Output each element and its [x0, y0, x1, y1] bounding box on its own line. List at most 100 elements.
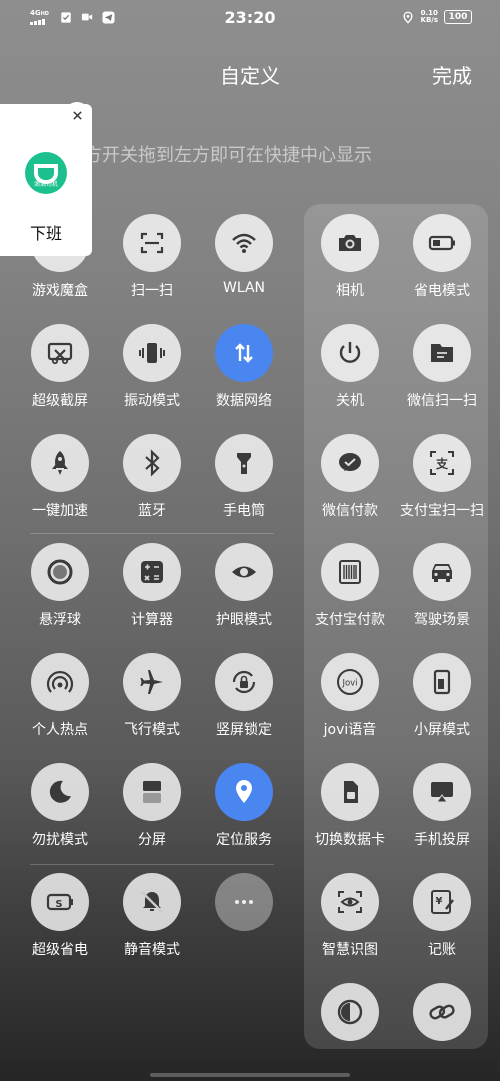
tile-label: 超级截屏 — [32, 393, 88, 409]
tile-button[interactable] — [31, 653, 89, 711]
tile-button[interactable] — [321, 543, 379, 601]
tile-button[interactable] — [413, 653, 471, 711]
tile-wifi[interactable]: WLAN — [198, 214, 290, 314]
tile-label: 记账 — [428, 942, 456, 958]
tile-calculator[interactable]: 计算器 — [106, 543, 198, 643]
tile-hotspot[interactable]: 个人热点 — [14, 653, 106, 753]
tile-button[interactable] — [123, 214, 181, 272]
tile-contrast[interactable] — [304, 983, 396, 1081]
tile-bookkeeping[interactable]: ¥ 记账 — [396, 873, 488, 973]
tile-button[interactable] — [123, 434, 181, 492]
tile-button[interactable] — [413, 983, 471, 1041]
tile-label: 手机投屏 — [414, 832, 470, 848]
moon-icon — [49, 780, 71, 803]
tile-label: 相机 — [336, 283, 364, 299]
tile-airplane[interactable]: 飞行模式 — [106, 653, 198, 753]
tile-eye[interactable]: 护眼模式 — [198, 543, 290, 643]
tile-button[interactable] — [123, 543, 181, 601]
barcode-icon — [339, 560, 361, 584]
tile-button[interactable] — [123, 873, 181, 931]
net-speed-unit: KB/s — [420, 16, 438, 24]
tile-button[interactable]: 支 — [413, 434, 471, 492]
tile-wechat-pay[interactable]: 微信付款 — [304, 434, 396, 534]
tile-split-screen[interactable]: 分屏 — [106, 763, 198, 863]
car-icon — [432, 564, 452, 582]
tile-sim-card[interactable]: 切换数据卡 — [304, 763, 396, 863]
tile-button[interactable] — [413, 543, 471, 601]
home-indicator[interactable] — [150, 1073, 350, 1077]
tile-wechat-scan[interactable]: 微信扫一扫 — [396, 324, 488, 424]
tile-vibrate[interactable]: 振动模式 — [106, 324, 198, 424]
tile-camera[interactable]: 相机 — [304, 214, 396, 314]
tile-button[interactable] — [31, 543, 89, 601]
tile-float-ball[interactable]: 悬浮球 — [14, 543, 106, 643]
tile-button[interactable] — [413, 214, 471, 272]
tile-button[interactable]: Jovi — [321, 653, 379, 711]
tile-battery[interactable]: 省电模式 — [396, 214, 488, 314]
tile-mobile-data[interactable]: 数据网络 — [198, 324, 290, 424]
close-icon[interactable] — [64, 102, 90, 128]
hotspot-icon — [46, 670, 74, 693]
tile-rotation-lock[interactable]: 竖屏锁定 — [198, 653, 290, 753]
tile-car[interactable]: 驾驶场景 — [396, 543, 488, 643]
tile-label: 切换数据卡 — [315, 832, 385, 848]
net-speed: 0.10 KB/s — [421, 10, 438, 24]
floating-shortcut-card[interactable]: 滴滴司机 下班 — [0, 102, 92, 256]
tile-alipay-scan[interactable]: 支支付宝扫一扫 — [396, 434, 488, 534]
tile-button[interactable] — [31, 434, 89, 492]
tile-button[interactable] — [215, 543, 273, 601]
tile-moon[interactable]: 勿扰模式 — [14, 763, 106, 863]
tile-label: 超级省电 — [32, 942, 88, 958]
tile-button[interactable] — [215, 873, 273, 931]
tile-button[interactable] — [123, 763, 181, 821]
tile-flashlight[interactable]: 手电筒 — [198, 434, 290, 534]
tile-super-power-save[interactable]: S 超级省电 — [14, 873, 106, 973]
tile-button[interactable] — [413, 324, 471, 382]
tile-screenshot[interactable]: 超级截屏 — [14, 324, 106, 424]
tile-power[interactable]: 关机 — [304, 324, 396, 424]
tile-smart-vision[interactable]: 智慧识图 — [304, 873, 396, 973]
tile-button[interactable] — [321, 873, 379, 931]
tile-button[interactable] — [31, 324, 89, 382]
alipay-scan-icon: 支 — [430, 451, 454, 475]
tile-label: 定位服务 — [216, 832, 272, 848]
tile-label: 关机 — [336, 393, 364, 409]
svg-text:¥: ¥ — [436, 896, 443, 907]
status-bar: 4GHD 23:20 0.10 KB/s 100 — [0, 0, 500, 36]
tile-jovi[interactable]: Jovi jovi语音 — [304, 653, 396, 753]
tile-button[interactable] — [215, 653, 273, 711]
tile-more[interactable] — [198, 873, 290, 973]
tile-link[interactable] — [396, 983, 488, 1081]
scan-icon — [140, 232, 164, 254]
tile-button[interactable]: ¥ — [413, 873, 471, 931]
mobile-data-icon — [235, 343, 253, 363]
tile-location[interactable]: 定位服务 — [198, 763, 290, 863]
tile-button[interactable] — [321, 214, 379, 272]
power-icon — [339, 342, 361, 363]
tile-label: 微信付款 — [322, 503, 378, 519]
tile-button[interactable] — [215, 434, 273, 492]
tile-bluetooth[interactable]: 蓝牙 — [106, 434, 198, 534]
tile-button[interactable] — [31, 763, 89, 821]
tile-button[interactable]: S — [31, 873, 89, 931]
tile-mute-bell[interactable]: 静音模式 — [106, 873, 198, 973]
tile-button[interactable] — [321, 983, 379, 1041]
tile-button[interactable] — [123, 653, 181, 711]
tile-rocket[interactable]: 一键加速 — [14, 434, 106, 534]
tile-button[interactable] — [321, 763, 379, 821]
tile-cast[interactable]: 手机投屏 — [396, 763, 488, 863]
tile-button[interactable] — [321, 324, 379, 382]
tile-button[interactable] — [321, 434, 379, 492]
tile-button[interactable] — [123, 324, 181, 382]
tile-button[interactable] — [215, 214, 273, 272]
tile-button[interactable] — [413, 763, 471, 821]
contrast-icon — [337, 999, 363, 1025]
tile-small-screen[interactable]: 小屏模式 — [396, 653, 488, 753]
tile-button[interactable] — [215, 324, 273, 382]
tile-scan[interactable]: 扫一扫 — [106, 214, 198, 314]
done-button[interactable]: 完成 — [432, 60, 472, 89]
vibrate-icon — [139, 343, 165, 363]
tile-barcode[interactable]: 支付宝付款 — [304, 543, 396, 643]
wechat-pay-icon — [339, 453, 361, 471]
tile-button[interactable] — [215, 763, 273, 821]
